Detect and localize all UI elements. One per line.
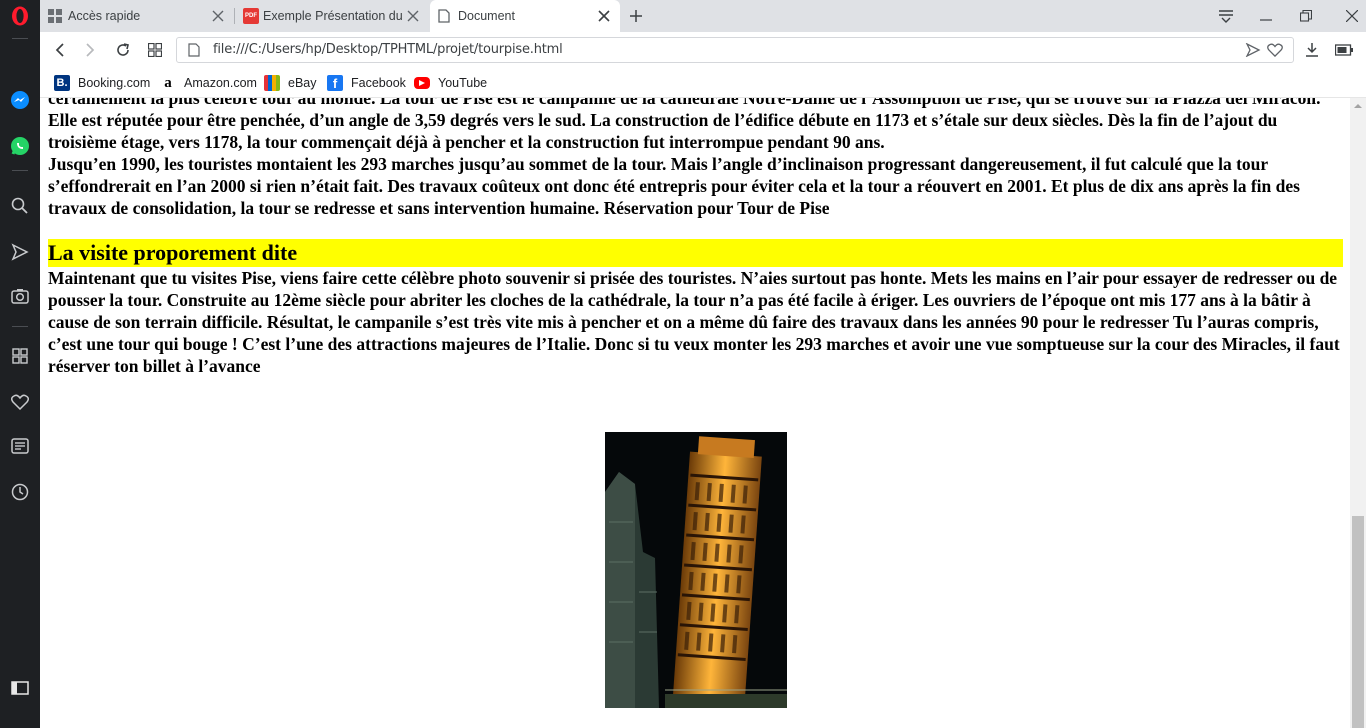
sidebar-divider — [12, 326, 28, 327]
tab-label: Accès rapide — [68, 9, 141, 23]
leaning-tower-photo — [605, 432, 787, 708]
minimize-button[interactable] — [1256, 6, 1276, 26]
sidebar-toggle-icon[interactable] — [8, 676, 32, 700]
close-icon[interactable] — [596, 8, 612, 24]
tab-speed-dial[interactable]: Accès rapide — [40, 0, 234, 32]
bookmark-youtube[interactable]: YouTube — [414, 74, 487, 92]
battery-saver-button[interactable] — [1334, 40, 1354, 60]
sidebar-divider — [12, 38, 28, 39]
forward-button[interactable] — [80, 40, 100, 60]
plus-icon — [630, 10, 642, 22]
new-tab-button[interactable] — [626, 6, 646, 26]
bookmark-label: YouTube — [438, 76, 488, 90]
scroll-up-icon[interactable] — [1354, 102, 1362, 110]
search-icon[interactable] — [8, 194, 32, 218]
tabs-overview-button[interactable] — [145, 40, 165, 60]
send-icon[interactable] — [8, 240, 32, 264]
bookmark-amazon[interactable]: a Amazon.com — [160, 74, 257, 92]
tab-pdf[interactable]: PDF Exemple Présentation du p — [235, 0, 429, 32]
close-window-button[interactable] — [1342, 6, 1362, 26]
opera-sidebar — [0, 0, 40, 728]
tab-label: Exemple Présentation du p — [263, 9, 403, 23]
ebay-icon — [264, 75, 280, 91]
tab-strip: Accès rapide PDF Exemple Présentation du… — [40, 0, 1366, 32]
tab-menu-icon — [1219, 10, 1233, 23]
tab-label: Document — [458, 9, 515, 23]
minimize-icon — [1260, 19, 1272, 21]
bookmark-heart-icon[interactable] — [1267, 43, 1283, 57]
booking-icon: B. — [54, 75, 70, 91]
bookmark-facebook[interactable]: f Facebook — [327, 74, 406, 92]
heart-icon[interactable] — [8, 390, 32, 414]
back-button[interactable] — [50, 40, 70, 60]
document-icon — [438, 9, 450, 23]
bookmark-label: Facebook — [351, 76, 406, 90]
bookmark-ebay[interactable]: eBay — [264, 74, 317, 92]
article: certainement la plus célèbre tour au mon… — [48, 98, 1343, 377]
downloads-button[interactable] — [1302, 40, 1322, 60]
opera-logo-icon[interactable] — [8, 4, 32, 28]
amazon-icon: a — [164, 74, 172, 91]
tab-menu-button[interactable] — [1216, 6, 1236, 26]
vertical-scrollbar[interactable] — [1350, 98, 1366, 728]
bookmark-label: Booking.com — [78, 76, 151, 90]
reload-icon — [117, 43, 129, 56]
chevron-left-icon — [55, 43, 64, 57]
grid-icon — [148, 43, 162, 57]
whatsapp-icon[interactable] — [8, 134, 32, 158]
page-icon — [188, 43, 200, 57]
chevron-right-icon — [86, 43, 95, 57]
bookmarks-bar: B. Booking.com a Amazon.com eBay f Faceb… — [40, 68, 1366, 98]
page-viewport: certainement la plus célèbre tour au mon… — [40, 98, 1350, 728]
restore-button[interactable] — [1296, 6, 1316, 26]
close-icon — [1346, 10, 1358, 22]
address-toolbar: file:///C:/Users/hp/Desktop/TPHTML/proje… — [40, 32, 1366, 68]
tab-document[interactable]: Document — [430, 0, 620, 32]
messenger-icon[interactable] — [8, 88, 32, 112]
url-text: file:///C:/Users/hp/Desktop/TPHTML/proje… — [213, 42, 563, 57]
bookmark-label: Amazon.com — [184, 76, 257, 90]
browser-window: Accès rapide PDF Exemple Présentation du… — [0, 0, 1366, 728]
bookmark-booking[interactable]: B. Booking.com — [54, 74, 150, 92]
news-icon[interactable] — [8, 434, 32, 458]
restore-icon — [1300, 10, 1312, 22]
close-icon[interactable] — [210, 8, 226, 24]
close-icon[interactable] — [405, 8, 421, 24]
paragraph: Maintenant que tu visites Pise, viens fa… — [48, 268, 1340, 376]
paragraph: Jusqu’en 1990, les touristes montaient l… — [48, 154, 1300, 218]
speed-dial-icon[interactable] — [8, 344, 32, 368]
facebook-icon: f — [327, 75, 343, 91]
send-icon[interactable] — [1245, 43, 1261, 57]
grid-icon — [48, 9, 62, 23]
scrollbar-thumb[interactable] — [1352, 516, 1364, 728]
paragraph: certainement la plus célèbre tour au mon… — [48, 98, 1321, 152]
address-bar[interactable]: file:///C:/Users/hp/Desktop/TPHTML/proje… — [176, 37, 1294, 63]
section-heading: La visite proporement dite — [48, 239, 1343, 267]
sidebar-divider — [12, 170, 28, 171]
reload-button[interactable] — [113, 40, 133, 60]
history-icon[interactable] — [8, 480, 32, 504]
battery-icon — [1335, 44, 1353, 56]
pdf-icon: PDF — [243, 8, 259, 24]
download-icon — [1306, 43, 1318, 57]
bookmark-label: eBay — [288, 76, 317, 90]
youtube-icon — [414, 77, 430, 89]
camera-icon[interactable] — [8, 284, 32, 308]
